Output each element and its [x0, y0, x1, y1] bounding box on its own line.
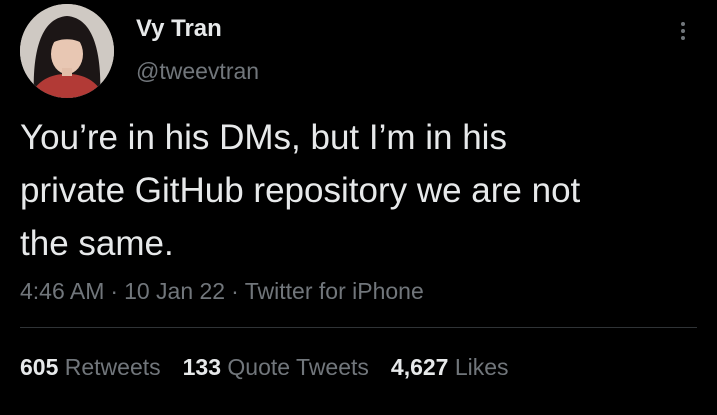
tweet-metadata: 4:46 AM · 10 Jan 22 · Twitter for iPhone	[20, 276, 424, 306]
author-info: Vy Tran @tweevtran	[136, 14, 259, 86]
retweets-stat[interactable]: 605 Retweets	[20, 352, 161, 382]
tweet-date[interactable]: 10 Jan 22	[124, 278, 225, 304]
likes-stat[interactable]: 4,627 Likes	[391, 352, 509, 382]
avatar[interactable]	[20, 4, 114, 98]
tweet: Vy Tran @tweevtran You’re in his DMs, bu…	[0, 0, 717, 415]
quote-tweets-count: 133	[182, 354, 222, 380]
retweets-count: 605	[20, 354, 59, 380]
quote-tweets-label: Quote Tweets	[227, 354, 369, 380]
avatar-image	[20, 4, 114, 98]
retweets-label: Retweets	[64, 354, 161, 380]
author-handle[interactable]: @tweevtran	[136, 56, 259, 86]
likes-label: Likes	[454, 354, 509, 380]
engagement-stats: 605 Retweets 133 Quote Tweets 4,627 Like…	[20, 352, 509, 382]
meta-separator: ·	[231, 278, 239, 304]
quote-tweets-stat[interactable]: 133 Quote Tweets	[183, 352, 369, 382]
likes-count: 4,627	[390, 354, 449, 380]
tweet-source[interactable]: Twitter for iPhone	[245, 278, 424, 304]
author-display-name[interactable]: Vy Tran	[136, 14, 259, 44]
tweet-time[interactable]: 4:46 AM	[20, 278, 104, 304]
meta-separator: ·	[110, 278, 119, 304]
divider	[20, 327, 697, 328]
tweet-text: You’re in his DMs, but I’m in his privat…	[20, 118, 581, 263]
more-vertical-icon[interactable]	[672, 14, 694, 48]
